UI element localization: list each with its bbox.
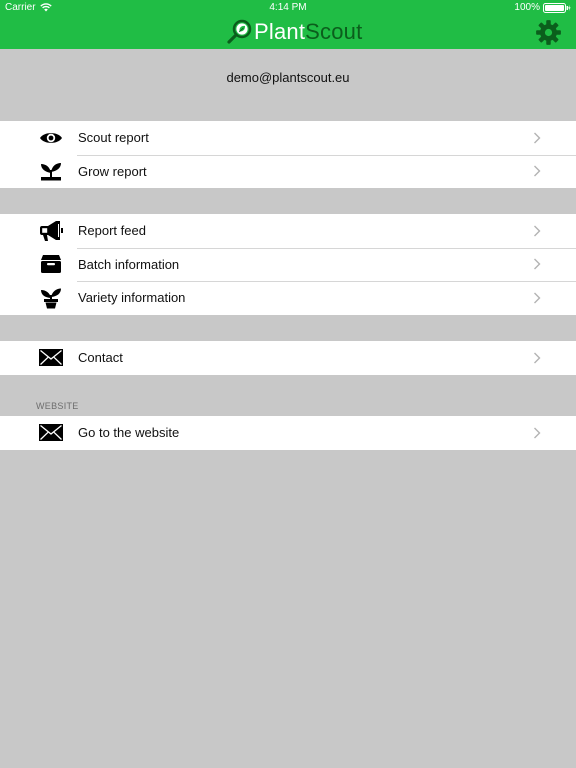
chevron-right-icon [534,352,541,364]
chevron-right-icon [534,132,541,144]
menu-item-go-to-website[interactable]: Go to the website [0,416,576,450]
menu-item-batch-information[interactable]: Batch information [0,247,576,282]
menu-item-label: Report feed [78,223,146,239]
information-group: Report feed Batch information Variety in… [0,214,576,315]
menu-item-label: Contact [78,350,123,366]
section-header-website: WEBSITE [36,401,79,411]
menu-item-label: Scout report [78,130,149,146]
battery-percent: 100% [514,2,540,13]
chevron-right-icon [534,427,541,439]
menu-item-contact[interactable]: Contact [0,341,576,375]
chevron-right-icon [534,258,541,270]
menu-item-label: Batch information [78,256,180,272]
account-email: demo@plantscout.eu [226,70,350,85]
reports-group: Scout report Grow report [0,121,576,188]
menu-item-label: Variety information [78,290,186,306]
settings-button[interactable] [535,19,562,46]
envelope-icon [38,422,64,444]
envelope-icon [38,347,64,369]
eye-icon [38,127,64,149]
box-icon [38,253,64,275]
gear-icon [536,20,561,45]
menu-item-report-feed[interactable]: Report feed [0,214,576,248]
logo-wordmark: PlantScout [254,19,362,45]
battery-icon [543,2,571,13]
menu-item-label: Go to the website [78,425,180,441]
battery-indicator: 100% [514,2,571,13]
potted-plant-icon [38,287,64,309]
magnifier-leaf-icon [227,19,252,44]
chevron-right-icon [534,292,541,304]
logo-text-plant: Plant [254,19,306,44]
menu-item-scout-report[interactable]: Scout report [0,121,576,155]
website-group: Go to the website [0,416,576,450]
plantscout-logo: PlantScout [227,18,362,46]
menu-item-label: Grow report [78,163,147,179]
contact-group: Contact [0,341,576,375]
status-time: 4:14 PM [269,2,307,13]
chevron-right-icon [534,225,541,237]
sprout-icon [38,160,64,182]
menu-item-variety-information[interactable]: Variety information [0,281,576,315]
menu-item-grow-report[interactable]: Grow report [0,154,576,189]
logo-text-scout: Scout [305,19,363,44]
chevron-right-icon [534,165,541,177]
status-bar: Carrier 4:14 PM 100% [0,0,576,16]
megaphone-icon [38,220,64,242]
navigation-bar: PlantScout [0,16,576,49]
